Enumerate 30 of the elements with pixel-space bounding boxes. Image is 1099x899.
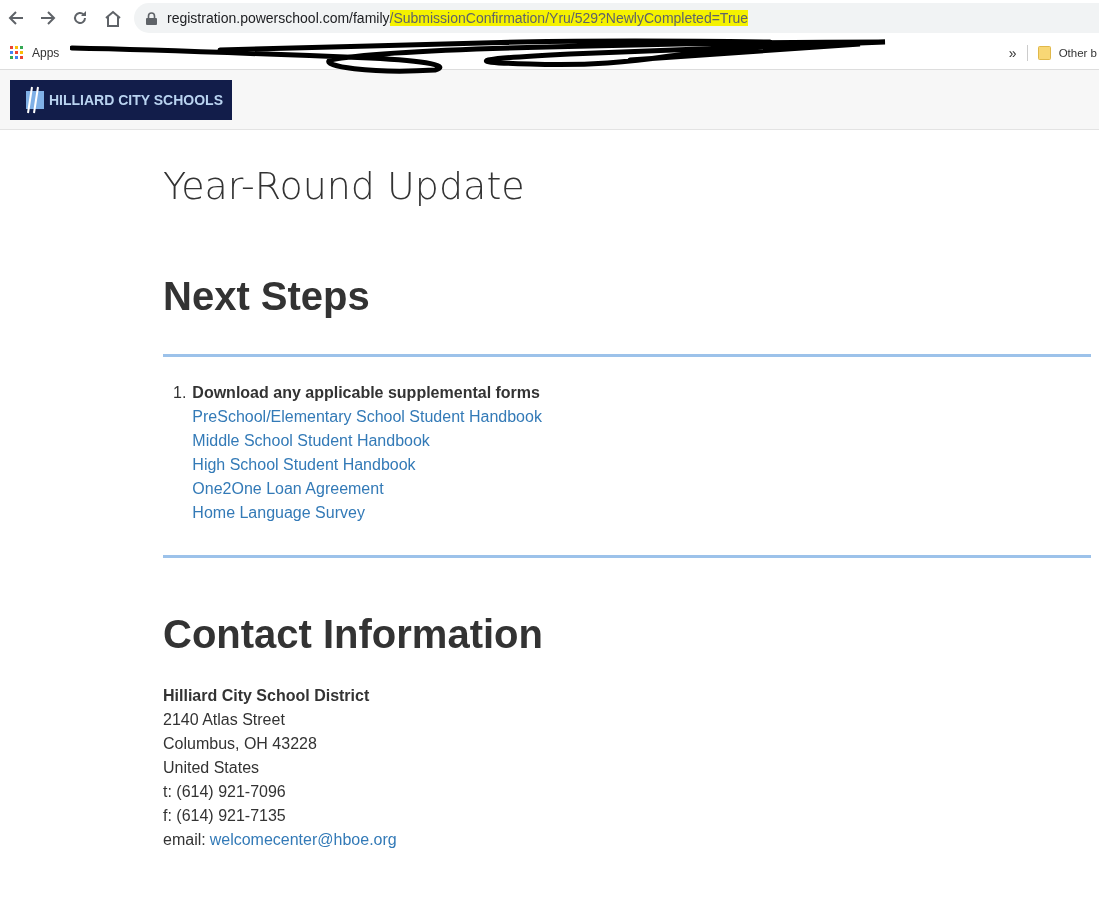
form-link[interactable]: One2One Loan Agreement [192,477,384,501]
school-logo[interactable]: HILLIARD CITY SCHOOLS [10,79,232,120]
address-line: f: (614) 921-7135 [163,806,286,826]
email-link[interactable]: welcomecenter@hboe.org [209,828,397,852]
section-heading: Contact Information [163,611,544,658]
district-name: Hilliard City School District [163,686,370,706]
address-line: Columbus, OH 43228 [163,734,317,754]
back-icon[interactable] [8,10,24,26]
form-link[interactable]: Middle School Student Handbook [192,429,430,453]
reload-icon[interactable] [72,10,88,26]
form-link[interactable]: High School Student Handbook [192,453,416,477]
lock-icon [146,11,157,25]
form-link[interactable]: PreSchool/Elementary School Student Handbook [192,405,542,429]
email-label: email: [163,830,206,850]
section-heading: Next Steps [163,273,371,320]
forward-icon[interactable] [40,10,56,26]
form-link[interactable]: Home Language Survey [192,501,365,525]
more-bookmarks-button[interactable]: » [1008,44,1017,61]
home-icon[interactable] [104,9,122,27]
grid-icon [10,45,24,60]
logo-mark-icon [24,84,44,115]
folder-icon [1037,45,1051,60]
address-line: t: (614) 921-7096 [163,782,286,802]
folder-bookmark[interactable]: Other b [1037,45,1097,60]
page-title: Year-Round Update [163,164,526,208]
step-title: Download any applicable supplemental forms [192,383,541,403]
address-line: 2140 Atlas Street [163,710,285,730]
address-line: United States [163,758,260,778]
apps-bookmark[interactable]: Apps [10,45,60,60]
step-number: 1. [173,383,187,403]
